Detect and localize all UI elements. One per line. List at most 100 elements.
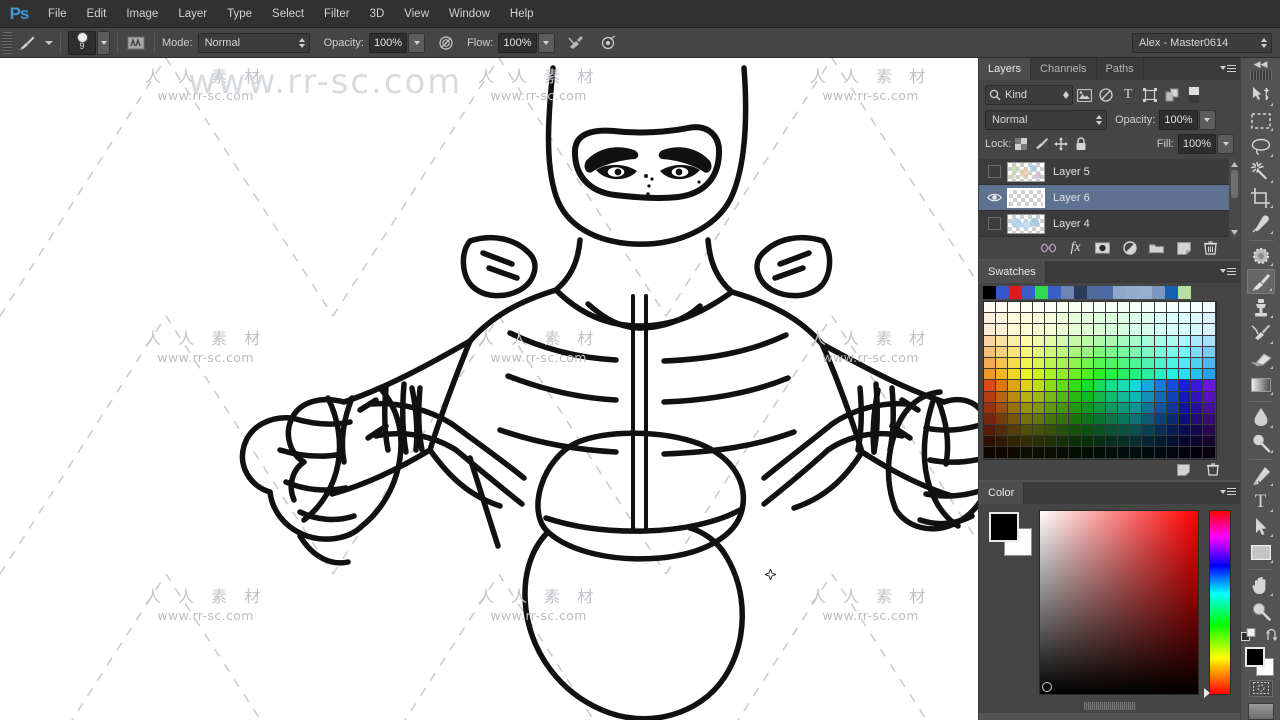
swatch-cell[interactable] (1203, 380, 1216, 392)
swatch-cell[interactable] (984, 335, 997, 347)
swatch-cell[interactable] (1008, 369, 1021, 381)
layer-thumbnail[interactable] (1007, 161, 1045, 182)
blur-tool[interactable] (1247, 405, 1275, 430)
swatch-cell[interactable] (1020, 335, 1033, 347)
swatch-chip[interactable] (996, 286, 1009, 299)
swatch-cell[interactable] (1166, 402, 1179, 414)
swatch-cell[interactable] (1142, 346, 1155, 358)
swatch-cell[interactable] (984, 402, 997, 414)
layer-list-scrollbar[interactable] (1229, 159, 1240, 237)
swatch-cell[interactable] (1203, 313, 1216, 325)
swatch-chip[interactable] (1152, 286, 1165, 299)
delete-swatch-icon[interactable] (1205, 462, 1220, 477)
swatch-cell[interactable] (1142, 335, 1155, 347)
swatch-cell[interactable] (1130, 302, 1143, 314)
filter-enable-toggle-icon[interactable] (1183, 85, 1205, 105)
swatch-cell[interactable] (1191, 302, 1204, 314)
swatch-cell[interactable] (1105, 369, 1119, 381)
swatch-cell[interactable] (1105, 391, 1119, 403)
color-panel-menu-icon[interactable] (1220, 486, 1236, 500)
swatch-cell[interactable] (1179, 346, 1192, 358)
swatch-cell[interactable] (1130, 447, 1143, 459)
swatch-cell[interactable] (1008, 313, 1021, 325)
swatch-cell[interactable] (1081, 425, 1094, 437)
swatch-cell[interactable] (1020, 324, 1033, 336)
swatch-cell[interactable] (1105, 425, 1119, 437)
history-brush-tool[interactable] (1247, 321, 1275, 346)
menu-image[interactable]: Image (116, 0, 168, 28)
swatch-cell[interactable] (1191, 402, 1204, 414)
tab-layers[interactable]: Layers (979, 58, 1032, 80)
pen-tool[interactable] (1247, 463, 1275, 488)
collapse-panel-icon[interactable]: ◀◀ (1241, 58, 1280, 71)
swatch-cell[interactable] (996, 402, 1009, 414)
menu-3d[interactable]: 3D (360, 0, 395, 28)
swatch-cell[interactable] (1130, 313, 1143, 325)
shape-layer-filter-icon[interactable] (1139, 85, 1161, 105)
swatch-cell[interactable] (1191, 313, 1204, 325)
link-layers-icon[interactable] (1041, 241, 1056, 256)
layer-row[interactable]: Layer 4 (979, 211, 1240, 237)
lock-position-icon[interactable] (1051, 134, 1071, 154)
layer-opacity-dropdown[interactable] (1198, 110, 1216, 130)
scroll-up-arrow-icon[interactable] (1231, 160, 1238, 168)
layer-thumbnail[interactable] (1007, 213, 1045, 234)
layer-visibility-toggle[interactable] (981, 237, 1007, 238)
swatch-chip[interactable] (1087, 286, 1100, 299)
swatch-cell[interactable] (1008, 447, 1021, 459)
type-layer-filter-icon[interactable]: T (1117, 85, 1139, 105)
swatch-chip[interactable] (1061, 286, 1074, 299)
swatch-cell[interactable] (1142, 369, 1155, 381)
new-swatch-icon[interactable] (1176, 462, 1191, 477)
swatch-cell[interactable] (1118, 447, 1131, 459)
hue-slider[interactable] (1204, 509, 1231, 698)
swatch-cell[interactable] (984, 413, 997, 426)
menu-type[interactable]: Type (217, 0, 262, 28)
menu-window[interactable]: Window (439, 0, 500, 28)
rectangle-shape-tool[interactable] (1247, 540, 1275, 565)
swatch-cell[interactable] (1093, 357, 1106, 370)
layers-panel-menu-icon[interactable] (1220, 62, 1236, 76)
hand-tool[interactable] (1247, 573, 1275, 598)
swatch-cell[interactable] (1105, 357, 1119, 370)
swatch-cell[interactable] (1044, 346, 1058, 358)
swatch-cell[interactable] (996, 302, 1009, 314)
opacity-value[interactable]: 100% (368, 32, 408, 53)
eraser-tool[interactable] (1247, 347, 1275, 372)
swatch-cell[interactable] (1118, 313, 1131, 325)
swatch-cell[interactable] (984, 380, 997, 392)
swatch-cell[interactable] (1081, 335, 1094, 347)
delete-layer-icon[interactable] (1203, 241, 1218, 256)
clone-stamp-tool[interactable] (1247, 295, 1275, 320)
swatch-cell[interactable] (996, 369, 1009, 381)
swatch-chip[interactable] (1178, 286, 1191, 299)
swatch-cell[interactable] (1093, 413, 1106, 426)
swatch-cell[interactable] (1105, 447, 1119, 459)
lock-transparent-pixels-icon[interactable] (1011, 134, 1031, 154)
screen-mode-icon[interactable] (1247, 702, 1274, 720)
swatch-cell[interactable] (1008, 413, 1021, 426)
swatch-cell[interactable] (1179, 425, 1192, 437)
swatch-cell[interactable] (1032, 436, 1045, 448)
swatch-cell[interactable] (984, 425, 997, 437)
swatch-cell[interactable] (1093, 402, 1106, 414)
swatch-cell[interactable] (1179, 369, 1192, 381)
menu-select[interactable]: Select (262, 0, 314, 28)
layer-visibility-toggle[interactable] (981, 159, 1007, 185)
swatch-cell[interactable] (1081, 402, 1094, 414)
document-canvas[interactable]: 人 人 素 材 www.rr-sc.com 人 人 素 材 www.rr-sc.… (0, 58, 978, 720)
swatch-cell[interactable] (1142, 391, 1155, 403)
swatch-cell[interactable] (984, 391, 997, 403)
swatch-cell[interactable] (1020, 447, 1033, 459)
swatch-chip[interactable] (1035, 286, 1048, 299)
brush-panel-toggle-icon[interactable] (125, 32, 147, 54)
swatch-cell[interactable] (996, 335, 1009, 347)
tab-swatches[interactable]: Swatches (979, 261, 1046, 283)
swatch-cell[interactable] (1069, 391, 1082, 403)
opacity-pressure-icon[interactable] (435, 32, 457, 54)
swatch-cell[interactable] (1105, 335, 1119, 347)
swatch-cell[interactable] (984, 346, 997, 358)
lock-all-icon[interactable] (1071, 134, 1091, 154)
swatch-cell[interactable] (1081, 447, 1094, 459)
swatch-cell[interactable] (1093, 302, 1106, 314)
